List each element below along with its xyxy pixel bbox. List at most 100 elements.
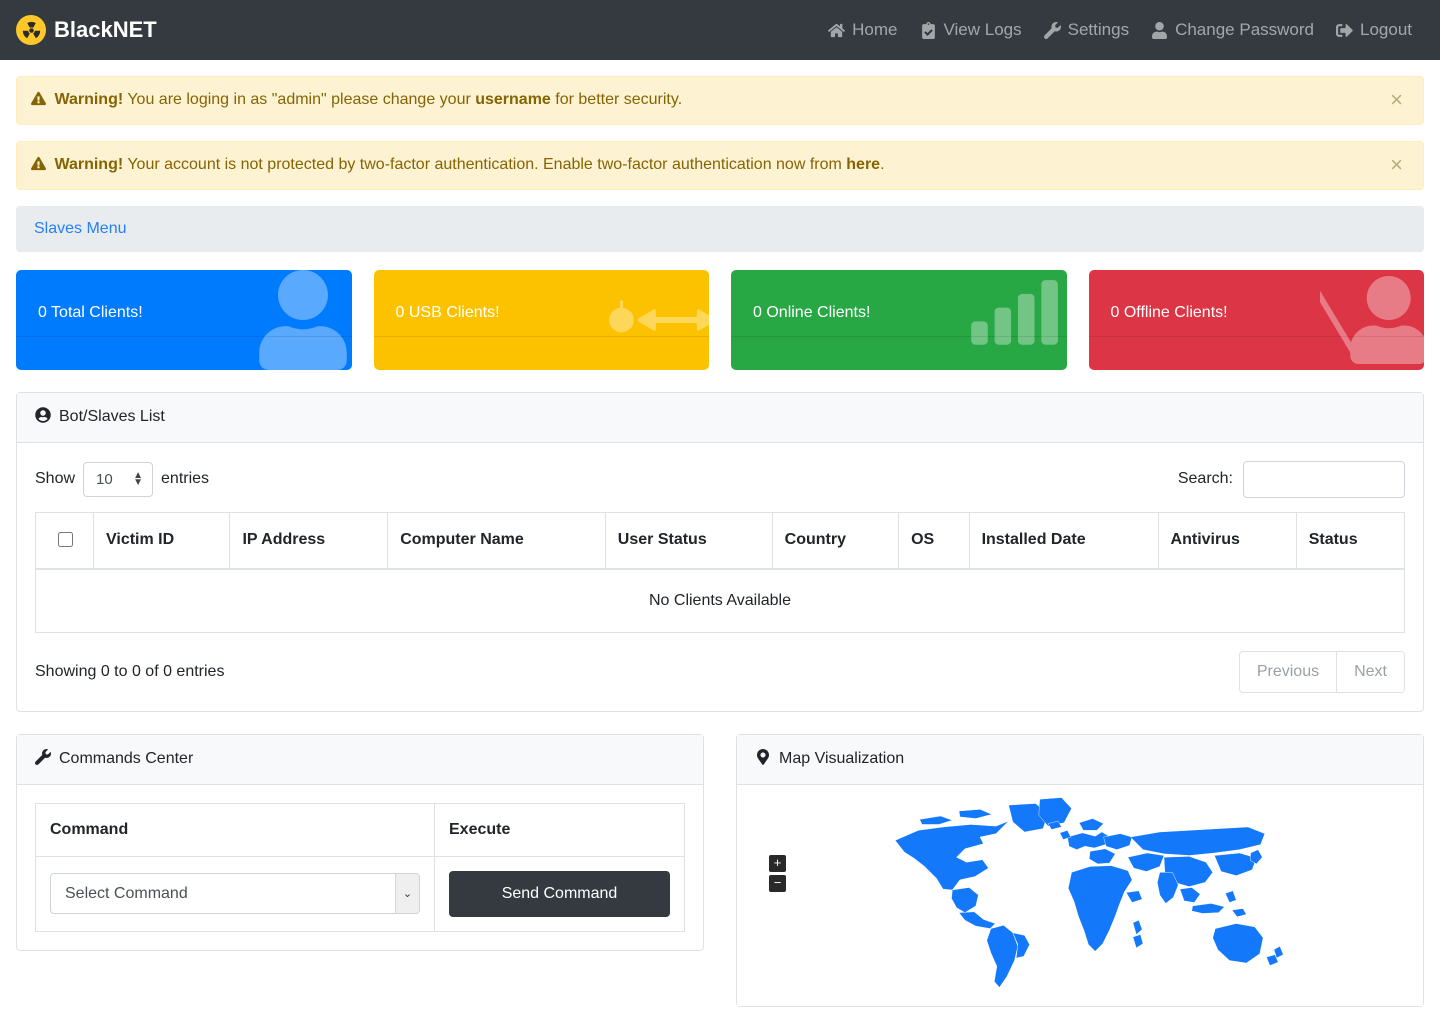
table-header-row: Victim ID IP Address Computer Name User … (36, 512, 1405, 569)
command-select-cell: Select Command ⌄ (36, 856, 435, 931)
user-circle-icon (35, 407, 51, 428)
column-antivirus[interactable]: Antivirus (1158, 512, 1296, 569)
warning-triangle-icon (31, 91, 50, 108)
column-command: Command (36, 803, 435, 856)
page-container: Warning! You are loging in as "admin" pl… (0, 76, 1440, 1007)
alert-inline-bold: username (475, 91, 551, 108)
alert-text-after: for better security. (551, 91, 682, 108)
column-victim-id[interactable]: Victim ID (94, 512, 230, 569)
commands-table-body: Select Command ⌄ Send Command (36, 856, 685, 931)
empty-message: No Clients Available (36, 569, 1405, 633)
sign-out-icon (1336, 22, 1353, 39)
map-visualization-title: Map Visualization (779, 750, 904, 768)
commands-center-panel: Commands Center Command Execute (16, 734, 704, 951)
map-visualization-header: Map Visualization (737, 735, 1423, 785)
command-select-wrapper: Select Command ⌄ (50, 873, 420, 914)
wrench-icon (1044, 22, 1061, 39)
commands-center-title: Commands Center (59, 750, 193, 768)
map-marker-icon (755, 749, 771, 770)
search-label: Search: (1178, 470, 1233, 488)
map-visualization-body: + − (737, 785, 1423, 1006)
pagination-next-button[interactable]: Next (1337, 651, 1405, 693)
page-length-select[interactable]: 10 25 50 100 (83, 462, 153, 497)
map-visualization-panel: Map Visualization + − (736, 734, 1424, 1007)
nav-label-view-logs: View Logs (944, 20, 1022, 40)
alert-close-button[interactable]: × (1382, 85, 1411, 115)
column-country[interactable]: Country (772, 512, 898, 569)
alert-strong-label: Warning! (54, 156, 123, 173)
alert-text-before: Your account is not protected by two-fac… (123, 156, 846, 173)
commands-table: Command Execute Select Command (35, 803, 685, 932)
nav-link-logout[interactable]: Logout (1336, 20, 1412, 40)
card-divider (374, 336, 710, 337)
map-zoom-in-button[interactable]: + (769, 855, 786, 872)
nav-link-home[interactable]: Home (828, 20, 897, 40)
page-length-control: Show 10 25 50 100 ▲▼ entries (35, 462, 209, 497)
column-os[interactable]: OS (899, 512, 969, 569)
pagination-previous-button[interactable]: Previous (1239, 651, 1337, 693)
column-user-status[interactable]: User Status (605, 512, 772, 569)
bot-slaves-table: Victim ID IP Address Computer Name User … (35, 512, 1405, 633)
nav-link-view-logs[interactable]: View Logs (920, 20, 1022, 40)
radiation-icon (16, 15, 46, 45)
nav-label-settings: Settings (1068, 20, 1129, 40)
alert-inline-link-here[interactable]: here (846, 156, 880, 173)
bot-slaves-list-header: Bot/Slaves List (17, 393, 1423, 443)
column-status[interactable]: Status (1296, 512, 1404, 569)
brand-logo-link[interactable]: BlackNET (16, 15, 157, 45)
alert-text-after: . (880, 156, 884, 173)
world-map[interactable] (737, 785, 1423, 1006)
search-input[interactable] (1243, 461, 1405, 498)
clipboard-check-icon (920, 22, 937, 39)
table-info-text: Showing 0 to 0 of 0 entries (35, 663, 224, 681)
home-icon (828, 22, 845, 39)
map-zoom-out-button[interactable]: − (769, 875, 786, 892)
column-execute: Execute (435, 803, 685, 856)
bottom-row: Commands Center Command Execute (16, 734, 1424, 1007)
column-computer-name[interactable]: Computer Name (388, 512, 606, 569)
card-divider (1089, 336, 1425, 337)
stat-card-label: 0 Total Clients! (16, 270, 352, 322)
alert-close-button[interactable]: × (1382, 150, 1411, 180)
breadcrumb: Slaves Menu (16, 206, 1424, 252)
column-ip-address[interactable]: IP Address (230, 512, 388, 569)
user-icon (1151, 22, 1168, 39)
show-label: Show (35, 470, 75, 488)
card-divider (731, 336, 1067, 337)
bot-slaves-list-panel: Bot/Slaves List Show 10 25 50 100 ▲▼ (16, 392, 1424, 712)
nav-label-home: Home (852, 20, 897, 40)
top-navbar: BlackNET Home View Logs Settings Change … (0, 0, 1440, 60)
send-command-button[interactable]: Send Command (449, 871, 670, 917)
alert-text-before: You are loging in as "admin" please chan… (123, 91, 475, 108)
breadcrumb-item-slaves-menu[interactable]: Slaves Menu (34, 220, 127, 237)
stat-card-online-clients[interactable]: 0 Online Clients! (731, 270, 1067, 370)
commands-center-body: Command Execute Select Command (17, 785, 703, 950)
pagination: Previous Next (1239, 651, 1405, 693)
map-column: Map Visualization + − (736, 734, 1424, 1007)
column-installed-date[interactable]: Installed Date (969, 512, 1158, 569)
bot-slaves-list-title: Bot/Slaves List (59, 408, 165, 426)
nav-link-settings[interactable]: Settings (1044, 20, 1129, 40)
navbar-links: Home View Logs Settings Change Password … (828, 20, 1424, 40)
datatable-controls: Show 10 25 50 100 ▲▼ entries Search: (35, 461, 1405, 498)
table-body: No Clients Available (36, 569, 1405, 633)
table-row-empty: No Clients Available (36, 569, 1405, 633)
stat-card-total-clients[interactable]: 0 Total Clients! (16, 270, 352, 370)
datatable-footer: Showing 0 to 0 of 0 entries Previous Nex… (35, 651, 1405, 693)
stat-card-label: 0 USB Clients! (374, 270, 710, 322)
stat-card-label: 0 Offline Clients! (1089, 270, 1425, 322)
nav-link-change-password[interactable]: Change Password (1151, 20, 1314, 40)
alert-2fa-warning: Warning! Your account is not protected b… (16, 141, 1424, 190)
commands-header-row: Command Execute (36, 803, 685, 856)
nav-label-logout: Logout (1360, 20, 1412, 40)
stat-card-offline-clients[interactable]: 0 Offline Clients! (1089, 270, 1425, 370)
commands-row: Select Command ⌄ Send Command (36, 856, 685, 931)
command-select[interactable]: Select Command (50, 873, 420, 914)
select-all-column (36, 512, 94, 569)
stat-card-usb-clients[interactable]: 0 USB Clients! (374, 270, 710, 370)
page-length-select-wrapper: 10 25 50 100 ▲▼ (83, 462, 153, 497)
alert-strong-label: Warning! (54, 91, 123, 108)
select-all-checkbox[interactable] (58, 532, 73, 547)
table-head: Victim ID IP Address Computer Name User … (36, 512, 1405, 569)
execute-cell: Send Command (435, 856, 685, 931)
